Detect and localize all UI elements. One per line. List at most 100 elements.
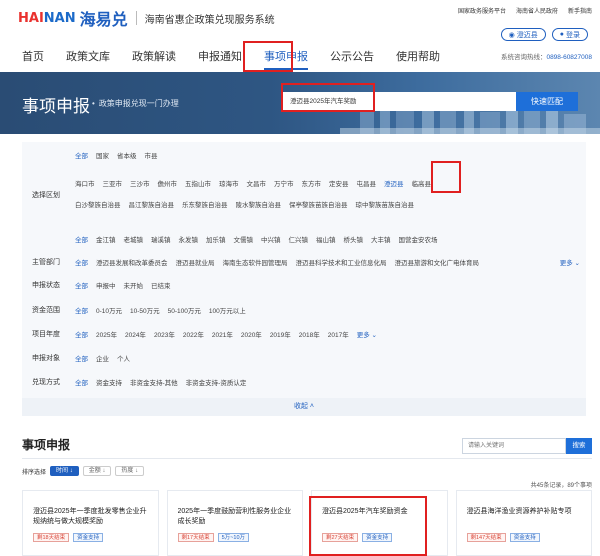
- region-option[interactable]: 儋州市: [158, 178, 178, 188]
- region-option[interactable]: 白沙黎族自治县: [75, 199, 121, 209]
- region-level-national[interactable]: 国家: [96, 150, 109, 160]
- town-option[interactable]: 加乐镇: [206, 234, 226, 244]
- section-divider: [22, 458, 592, 459]
- top-link-guide[interactable]: 新手指南: [568, 6, 592, 15]
- target-option-all[interactable]: 全部: [75, 353, 88, 363]
- department-option[interactable]: 海南生态软件园管理局: [223, 257, 288, 267]
- method-option[interactable]: 非资金支持-资质认定: [186, 377, 247, 387]
- department-option[interactable]: 澄迈县旅游和文化广电体育局: [395, 257, 480, 267]
- region-level-province[interactable]: 省本级: [117, 150, 137, 160]
- target-option[interactable]: 企业: [96, 353, 109, 363]
- funds-option[interactable]: 100万元以上: [209, 305, 246, 315]
- region-option[interactable]: 琼中黎族苗族自治县: [356, 199, 415, 209]
- region-option[interactable]: 昌江黎族自治县: [129, 199, 175, 209]
- collapse-filters-button[interactable]: 收起 ˄: [22, 398, 586, 416]
- town-option[interactable]: 福山镇: [316, 234, 336, 244]
- year-option[interactable]: 2022年: [183, 329, 204, 339]
- department-option-all[interactable]: 全部: [75, 257, 88, 267]
- method-option[interactable]: 非资金支持-其他: [130, 377, 178, 387]
- status-option[interactable]: 申报中: [96, 280, 116, 290]
- result-card-highlighted[interactable]: 澄迈县2025年汽车奖励资金 剩27天结束 资金支持: [311, 490, 448, 556]
- type-badge: 资金支持: [509, 533, 540, 542]
- policy-search-input[interactable]: [282, 92, 516, 111]
- nav-announcements[interactable]: 公示公告: [330, 44, 374, 70]
- funds-option-all[interactable]: 全部: [75, 305, 88, 315]
- filter-label-target: 申报对象: [32, 355, 60, 362]
- department-option[interactable]: 澄迈县科学技术和工业信息化局: [296, 257, 387, 267]
- quick-match-button[interactable]: 快速匹配: [516, 92, 578, 111]
- region-option[interactable]: 文昌市: [247, 178, 267, 188]
- region-option[interactable]: 乐东黎族自治县: [182, 199, 228, 209]
- region-option[interactable]: 临高县: [412, 178, 432, 188]
- nav-notices[interactable]: 申报通知: [198, 44, 242, 70]
- year-option[interactable]: 2018年: [299, 329, 320, 339]
- sort-by-time[interactable]: 时间 ↓: [50, 466, 79, 476]
- year-more-button[interactable]: 更多 ⌄: [357, 329, 377, 339]
- region-option[interactable]: 东方市: [302, 178, 322, 188]
- nav-applications[interactable]: 事项申报: [264, 44, 308, 70]
- region-level-all[interactable]: 全部: [75, 150, 88, 160]
- region-option[interactable]: 五指山市: [185, 178, 211, 188]
- result-card[interactable]: 澄迈县2025年一季度批发零售企业升规纳统与做大规模奖励 剩18天结束 资金支持: [22, 490, 159, 556]
- town-option[interactable]: 永发镇: [179, 234, 199, 244]
- method-option-all[interactable]: 全部: [75, 377, 88, 387]
- town-option[interactable]: 大丰镇: [371, 234, 391, 244]
- funds-option[interactable]: 10-50万元: [130, 305, 160, 315]
- year-option[interactable]: 2021年: [212, 329, 233, 339]
- year-option-all[interactable]: 全部: [75, 329, 88, 339]
- status-option[interactable]: 已结束: [151, 280, 171, 290]
- status-option-all[interactable]: 全部: [75, 280, 88, 290]
- region-option-chengmai[interactable]: 澄迈县: [384, 178, 404, 188]
- town-option[interactable]: 金江镇: [96, 234, 116, 244]
- year-option[interactable]: 2024年: [125, 329, 146, 339]
- town-option[interactable]: 老城镇: [124, 234, 144, 244]
- method-option[interactable]: 资金支持: [96, 377, 122, 387]
- year-option[interactable]: 2020年: [241, 329, 262, 339]
- town-option[interactable]: 国营金安农场: [399, 234, 438, 244]
- department-option[interactable]: 澄迈县发展和改革委员会: [96, 257, 168, 267]
- region-option[interactable]: 琼海市: [219, 178, 239, 188]
- nav-policy-interpretation[interactable]: 政策解读: [132, 44, 176, 70]
- result-card[interactable]: 2025年一季度鼓励营利性服务业企业成长奖励 剩17天结束 5万~10万: [166, 490, 303, 556]
- results-search-button[interactable]: 搜索: [566, 438, 592, 454]
- year-option[interactable]: 2023年: [154, 329, 175, 339]
- region-option[interactable]: 屯昌县: [357, 178, 377, 188]
- town-option[interactable]: 仁兴镇: [289, 234, 309, 244]
- year-option[interactable]: 2025年: [96, 329, 117, 339]
- town-option[interactable]: 中兴镇: [261, 234, 281, 244]
- results-search-input[interactable]: [462, 438, 566, 454]
- target-option[interactable]: 个人: [117, 353, 130, 363]
- department-option[interactable]: 澄迈县就业局: [176, 257, 215, 267]
- funds-option[interactable]: 0-10万元: [96, 305, 122, 315]
- site-logo[interactable]: HAINAN 海易兑 海南省惠企政策兑现服务系统: [18, 6, 275, 30]
- region-option[interactable]: 定安县: [329, 178, 349, 188]
- top-link-hainan-gov[interactable]: 海南省人民政府: [516, 6, 558, 15]
- funds-option[interactable]: 50-100万元: [168, 305, 201, 315]
- year-option[interactable]: 2017年: [328, 329, 349, 339]
- status-options: 全部 申报中 未开始 已结束: [75, 280, 179, 290]
- town-option[interactable]: 文儒镇: [234, 234, 254, 244]
- nav-home[interactable]: 首页: [22, 44, 44, 70]
- town-option[interactable]: 瑞溪镇: [151, 234, 171, 244]
- nav-help[interactable]: 使用帮助: [396, 44, 440, 70]
- sort-by-amount[interactable]: 金额 ↓: [82, 466, 112, 476]
- region-option[interactable]: 海口市: [75, 178, 95, 188]
- top-link-gov-platform[interactable]: 国家政务服务平台: [458, 6, 506, 15]
- town-option-all[interactable]: 全部: [75, 234, 88, 244]
- login-button[interactable]: ● 登录: [551, 28, 588, 41]
- year-option[interactable]: 2019年: [270, 329, 291, 339]
- department-more-button[interactable]: 更多 ⌄: [560, 257, 580, 267]
- region-option[interactable]: 三亚市: [103, 178, 123, 188]
- region-option[interactable]: 三沙市: [130, 178, 150, 188]
- town-option[interactable]: 桥头镇: [344, 234, 364, 244]
- status-option[interactable]: 未开始: [124, 280, 144, 290]
- method-options: 全部 资金支持 非资金支持-其他 非资金支持-资质认定: [75, 377, 254, 387]
- region-option[interactable]: 保亭黎族苗族自治县: [289, 199, 348, 209]
- region-option[interactable]: 万宁市: [274, 178, 294, 188]
- region-level-city[interactable]: 市县: [145, 150, 158, 160]
- location-button[interactable]: ◉ 澄迈县: [500, 28, 546, 41]
- nav-policy-library[interactable]: 政策文库: [66, 44, 110, 70]
- region-option[interactable]: 陵水黎族自治县: [236, 199, 282, 209]
- sort-by-popularity[interactable]: 热度 ↓: [115, 466, 145, 476]
- result-card[interactable]: 澄迈县海洋渔业资源养护补贴专项 剩147天结束 资金支持: [455, 490, 592, 556]
